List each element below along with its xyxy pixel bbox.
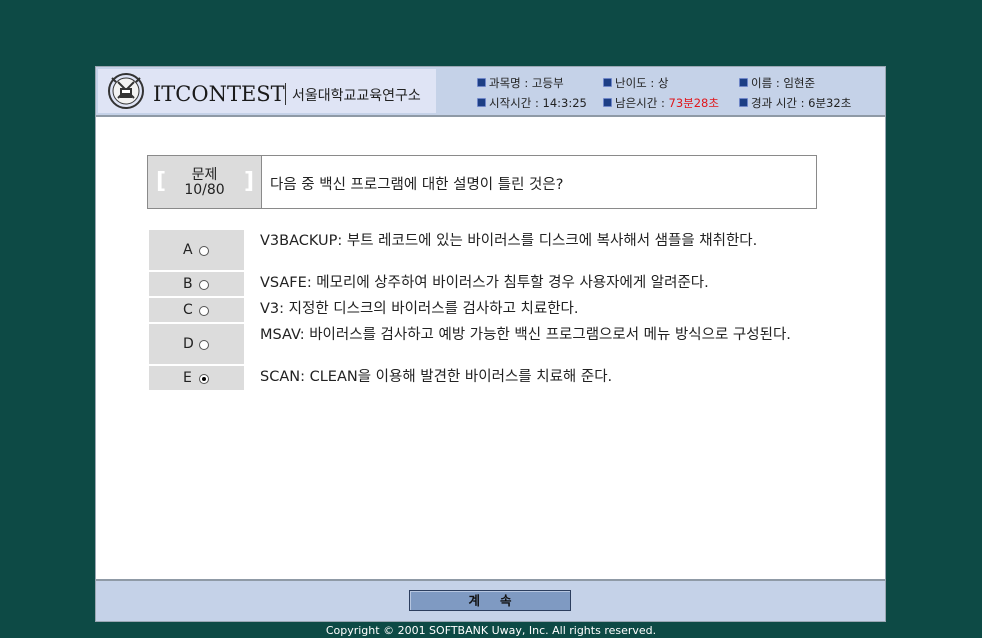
brand-divider [285, 83, 286, 105]
logo-area: ITCONTEST 서울대학교교육연구소 [98, 69, 436, 113]
option-e-selector[interactable]: E [149, 366, 244, 390]
elapsed-time-info: 경과 시간 : 6분32초 [739, 95, 851, 111]
option-c-text: V3: 지정한 디스크의 바이러스를 검사하고 치료한다. [260, 301, 579, 317]
option-d-text: MSAV: 바이러스를 검사하고 예방 가능한 백신 프로그램으로서 메뉴 방식… [260, 327, 791, 343]
option-a-text: V3BACKUP: 부트 레코드에 있는 바이러스를 디스크에 복사해서 샘플을… [260, 233, 758, 249]
question-number-cell: [ 문제 10/80 ] [148, 156, 262, 208]
bullet-icon [739, 98, 748, 107]
brand-title: ITCONTEST [153, 82, 285, 106]
option-letter: A [183, 242, 193, 258]
option-e-text: SCAN: CLEAN을 이용해 발견한 바이러스를 치료해 준다. [260, 369, 613, 385]
header-bar: ITCONTEST 서울대학교교육연구소 과목명 : 고등부 난이도 : 상 이… [96, 67, 885, 117]
bullet-icon [477, 98, 486, 107]
footer-bar: 계속 [96, 579, 885, 621]
option-c-selector[interactable]: C [149, 298, 244, 322]
start-time-text: 시작시간 : 14:3:25 [489, 96, 587, 110]
option-a-radio[interactable] [199, 246, 209, 256]
exam-window: ITCONTEST 서울대학교교육연구소 과목명 : 고등부 난이도 : 상 이… [95, 66, 886, 622]
option-d-radio[interactable] [199, 340, 209, 350]
option-d-selector[interactable]: D [149, 324, 244, 364]
university-seal-icon [108, 73, 144, 109]
bullet-icon [477, 78, 486, 87]
option-e-radio[interactable] [199, 374, 209, 384]
difficulty-text: 난이도 : 상 [615, 76, 669, 90]
right-bracket: ] [244, 169, 255, 194]
remaining-time-value: 73분28초 [668, 96, 719, 110]
option-letter: B [183, 276, 193, 292]
bullet-icon [603, 98, 612, 107]
bullet-icon [603, 78, 612, 87]
remaining-time-label: 남은시간 : [615, 96, 669, 110]
name-info: 이름 : 임현준 [739, 75, 815, 91]
remaining-time-info: 남은시간 : 73분28초 [603, 95, 719, 111]
subject-text: 과목명 : 고등부 [489, 76, 564, 90]
institute-name: 서울대학교교육연구소 [292, 88, 421, 104]
option-b-selector[interactable]: B [149, 272, 244, 296]
name-text: 이름 : 임현준 [751, 76, 816, 90]
difficulty-info: 난이도 : 상 [603, 75, 669, 91]
continue-button[interactable]: 계속 [409, 590, 571, 611]
option-b-text: VSAFE: 메모리에 상주하여 바이러스가 침투할 경우 사용자에게 알려준다… [260, 275, 709, 291]
start-time-info: 시작시간 : 14:3:25 [477, 95, 587, 111]
question-box: [ 문제 10/80 ] 다음 중 백신 프로그램에 대한 설명이 틀린 것은? [147, 155, 817, 209]
option-b-radio[interactable] [199, 280, 209, 290]
option-letter: E [183, 370, 192, 386]
option-letter: D [183, 336, 194, 352]
copyright-text: Copyright © 2001 SOFTBANK Uway, Inc. All… [325, 624, 657, 637]
option-a-selector[interactable]: A [149, 230, 244, 270]
option-c-radio[interactable] [199, 306, 209, 316]
option-letter: C [183, 302, 193, 318]
subject-info: 과목명 : 고등부 [477, 75, 564, 91]
elapsed-time-text: 경과 시간 : 6분32초 [751, 96, 852, 110]
question-text: 다음 중 백신 프로그램에 대한 설명이 틀린 것은? [270, 177, 564, 193]
bullet-icon [739, 78, 748, 87]
